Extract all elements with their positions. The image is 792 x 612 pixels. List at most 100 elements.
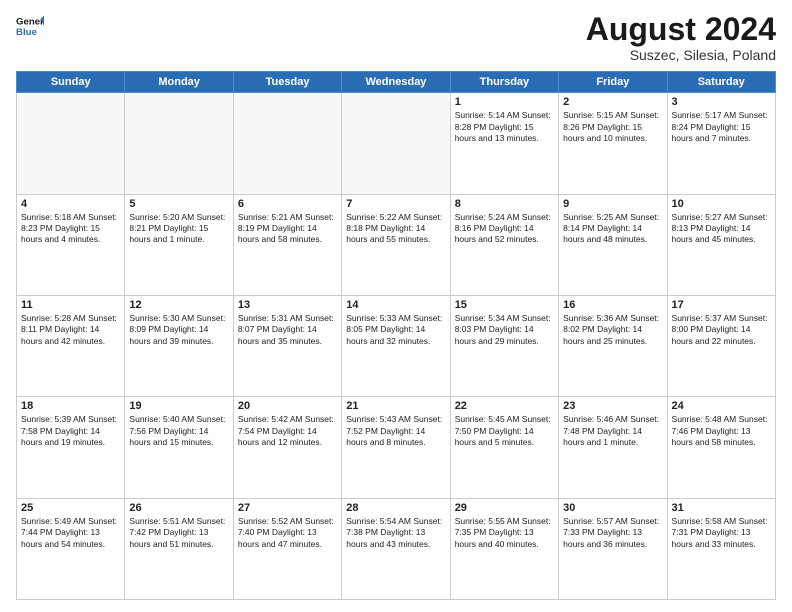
day-number: 25: [21, 502, 120, 514]
day-number: 17: [672, 299, 771, 311]
day-number: 8: [455, 198, 554, 210]
day-number: 9: [563, 198, 662, 210]
cell-sun-info: Sunrise: 5:17 AM Sunset: 8:24 PM Dayligh…: [672, 110, 771, 144]
cell-sun-info: Sunrise: 5:52 AM Sunset: 7:40 PM Dayligh…: [238, 516, 337, 550]
calendar-header: SundayMondayTuesdayWednesdayThursdayFrid…: [17, 72, 776, 93]
day-number: 26: [129, 502, 228, 514]
svg-text:Blue: Blue: [16, 27, 37, 38]
week-row-5: 25 Sunrise: 5:49 AM Sunset: 7:44 PM Dayli…: [17, 498, 776, 599]
day-number: 28: [346, 502, 445, 514]
day-number: 20: [238, 400, 337, 412]
day-number: 16: [563, 299, 662, 311]
calendar-cell: [342, 93, 450, 194]
cell-sun-info: Sunrise: 5:49 AM Sunset: 7:44 PM Dayligh…: [21, 516, 120, 550]
svg-text:General: General: [16, 16, 44, 27]
calendar-cell: 21 Sunrise: 5:43 AM Sunset: 7:52 PM Dayli…: [342, 397, 450, 498]
cell-sun-info: Sunrise: 5:42 AM Sunset: 7:54 PM Dayligh…: [238, 414, 337, 448]
calendar-cell: 19Sunrise: 5:40 AM Sunset: 7:56 PM Dayli…: [125, 397, 233, 498]
calendar-cell: 8 Sunrise: 5:24 AM Sunset: 8:16 PM Daylig…: [450, 194, 558, 295]
day-number: 14: [346, 299, 445, 311]
cell-sun-info: Sunrise: 5:25 AM Sunset: 8:14 PM Dayligh…: [563, 212, 662, 246]
calendar-cell: 25 Sunrise: 5:49 AM Sunset: 7:44 PM Dayli…: [17, 498, 125, 599]
calendar-cell: 27 Sunrise: 5:52 AM Sunset: 7:40 PM Dayli…: [233, 498, 341, 599]
calendar-cell: 24 Sunrise: 5:48 AM Sunset: 7:46 PM Dayli…: [667, 397, 775, 498]
day-number: 4: [21, 198, 120, 210]
calendar-cell: [125, 93, 233, 194]
weekday-header-wednesday: Wednesday: [342, 72, 450, 93]
day-number: 22: [455, 400, 554, 412]
week-row-2: 4 Sunrise: 5:18 AM Sunset: 8:23 PM Daylig…: [17, 194, 776, 295]
week-row-4: 18 Sunrise: 5:39 AM Sunset: 7:58 PM Dayli…: [17, 397, 776, 498]
day-number: 29: [455, 502, 554, 514]
cell-sun-info: Sunrise: 5:58 AM Sunset: 7:31 PM Dayligh…: [672, 516, 771, 550]
day-number: 7: [346, 198, 445, 210]
calendar-cell: 4 Sunrise: 5:18 AM Sunset: 8:23 PM Daylig…: [17, 194, 125, 295]
location: Suszec, Silesia, Poland: [586, 47, 776, 63]
calendar-cell: 10 Sunrise: 5:27 AM Sunset: 8:13 PM Dayli…: [667, 194, 775, 295]
day-number: 3: [672, 96, 771, 108]
calendar-cell: 2 Sunrise: 5:15 AM Sunset: 8:26 PM Daylig…: [559, 93, 667, 194]
calendar-cell: 20 Sunrise: 5:42 AM Sunset: 7:54 PM Dayli…: [233, 397, 341, 498]
cell-sun-info: Sunrise: 5:34 AM Sunset: 8:03 PM Dayligh…: [455, 313, 554, 347]
calendar-cell: 29 Sunrise: 5:55 AM Sunset: 7:35 PM Dayli…: [450, 498, 558, 599]
cell-sun-info: Sunrise: 5:39 AM Sunset: 7:58 PM Dayligh…: [21, 414, 120, 448]
calendar-cell: 14 Sunrise: 5:33 AM Sunset: 8:05 PM Dayli…: [342, 295, 450, 396]
day-number: 6: [238, 198, 337, 210]
cell-sun-info: Sunrise: 5:57 AM Sunset: 7:33 PM Dayligh…: [563, 516, 662, 550]
day-number: 2: [563, 96, 662, 108]
day-number: 5: [129, 198, 228, 210]
calendar-cell: 22 Sunrise: 5:45 AM Sunset: 7:50 PM Dayli…: [450, 397, 558, 498]
cell-sun-info: Sunrise: 5:30 AM Sunset: 8:09 PM Dayligh…: [129, 313, 228, 347]
logo-icon: General Blue: [16, 12, 44, 40]
calendar-cell: 1Sunrise: 5:14 AM Sunset: 8:28 PM Daylig…: [450, 93, 558, 194]
cell-sun-info: Sunrise: 5:54 AM Sunset: 7:38 PM Dayligh…: [346, 516, 445, 550]
cell-sun-info: Sunrise: 5:31 AM Sunset: 8:07 PM Dayligh…: [238, 313, 337, 347]
weekday-header-monday: Monday: [125, 72, 233, 93]
calendar-cell: 17 Sunrise: 5:37 AM Sunset: 8:00 PM Dayli…: [667, 295, 775, 396]
cell-sun-info: Sunrise: 5:51 AM Sunset: 7:42 PM Dayligh…: [129, 516, 228, 550]
day-number: 24: [672, 400, 771, 412]
cell-sun-info: Sunrise: 5:33 AM Sunset: 8:05 PM Dayligh…: [346, 313, 445, 347]
cell-sun-info: Sunrise: 5:55 AM Sunset: 7:35 PM Dayligh…: [455, 516, 554, 550]
title-block: August 2024 Suszec, Silesia, Poland: [586, 12, 776, 63]
day-number: 30: [563, 502, 662, 514]
day-number: 21: [346, 400, 445, 412]
calendar-cell: 3 Sunrise: 5:17 AM Sunset: 8:24 PM Daylig…: [667, 93, 775, 194]
cell-sun-info: Sunrise: 5:27 AM Sunset: 8:13 PM Dayligh…: [672, 212, 771, 246]
week-row-1: 1Sunrise: 5:14 AM Sunset: 8:28 PM Daylig…: [17, 93, 776, 194]
cell-sun-info: Sunrise: 5:15 AM Sunset: 8:26 PM Dayligh…: [563, 110, 662, 144]
calendar-cell: 13 Sunrise: 5:31 AM Sunset: 8:07 PM Dayli…: [233, 295, 341, 396]
cell-sun-info: Sunrise: 5:22 AM Sunset: 8:18 PM Dayligh…: [346, 212, 445, 246]
cell-sun-info: Sunrise: 5:43 AM Sunset: 7:52 PM Dayligh…: [346, 414, 445, 448]
cell-sun-info: Sunrise: 5:18 AM Sunset: 8:23 PM Dayligh…: [21, 212, 120, 246]
cell-sun-info: Sunrise: 5:37 AM Sunset: 8:00 PM Dayligh…: [672, 313, 771, 347]
day-number: 23: [563, 400, 662, 412]
month-year: August 2024: [586, 12, 776, 47]
cell-sun-info: Sunrise: 5:24 AM Sunset: 8:16 PM Dayligh…: [455, 212, 554, 246]
week-row-3: 11Sunrise: 5:28 AM Sunset: 8:11 PM Dayli…: [17, 295, 776, 396]
calendar-cell: 6 Sunrise: 5:21 AM Sunset: 8:19 PM Daylig…: [233, 194, 341, 295]
day-number: 31: [672, 502, 771, 514]
cell-sun-info: Sunrise: 5:21 AM Sunset: 8:19 PM Dayligh…: [238, 212, 337, 246]
weekday-header-tuesday: Tuesday: [233, 72, 341, 93]
day-number: 10: [672, 198, 771, 210]
day-number: 11: [21, 299, 120, 311]
weekday-header-thursday: Thursday: [450, 72, 558, 93]
cell-sun-info: Sunrise: 5:48 AM Sunset: 7:46 PM Dayligh…: [672, 414, 771, 448]
calendar-cell: 26 Sunrise: 5:51 AM Sunset: 7:42 PM Dayli…: [125, 498, 233, 599]
calendar-cell: 15 Sunrise: 5:34 AM Sunset: 8:03 PM Dayli…: [450, 295, 558, 396]
cell-sun-info: Sunrise: 5:45 AM Sunset: 7:50 PM Dayligh…: [455, 414, 554, 448]
cell-sun-info: Sunrise: 5:40 AM Sunset: 7:56 PM Dayligh…: [129, 414, 228, 448]
day-number: 13: [238, 299, 337, 311]
day-number: 18: [21, 400, 120, 412]
cell-sun-info: Sunrise: 5:14 AM Sunset: 8:28 PM Dayligh…: [455, 110, 554, 144]
logo: General Blue: [16, 12, 44, 40]
cell-sun-info: Sunrise: 5:20 AM Sunset: 8:21 PM Dayligh…: [129, 212, 228, 246]
day-number: 27: [238, 502, 337, 514]
weekday-header-saturday: Saturday: [667, 72, 775, 93]
calendar-cell: 5 Sunrise: 5:20 AM Sunset: 8:21 PM Daylig…: [125, 194, 233, 295]
calendar-cell: 7 Sunrise: 5:22 AM Sunset: 8:18 PM Daylig…: [342, 194, 450, 295]
calendar-table: SundayMondayTuesdayWednesdayThursdayFrid…: [16, 71, 776, 600]
calendar-cell: 16Sunrise: 5:36 AM Sunset: 8:02 PM Dayli…: [559, 295, 667, 396]
day-number: 15: [455, 299, 554, 311]
